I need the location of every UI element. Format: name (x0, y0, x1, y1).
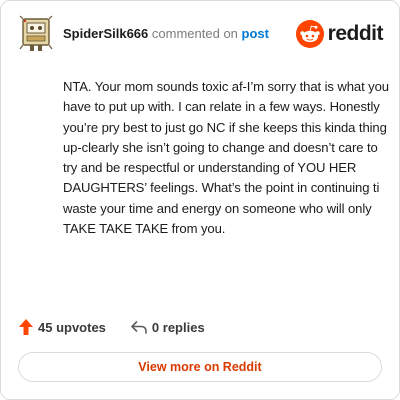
post-link[interactable]: post (242, 26, 269, 41)
comment-footer: 45 upvotes 0 replies (18, 317, 205, 337)
comment-body: NTA. Your mom sounds toxic af-I’m sorry … (63, 79, 389, 237)
view-more-button[interactable]: View more on Reddit (18, 352, 382, 382)
upvote-count: 45 upvotes (38, 319, 106, 335)
reddit-brand[interactable]: reddit (295, 19, 384, 49)
action-text: commented on (151, 26, 238, 41)
upvote-arrow-icon[interactable] (18, 318, 34, 336)
reply-count: 0 replies (151, 319, 205, 335)
user-avatar-icon[interactable] (18, 15, 54, 53)
comment-header: SpiderSilk666 commented on post reddit (18, 15, 384, 53)
comment-meta: SpiderSilk666 commented on post (63, 26, 269, 42)
reddit-snoo-icon (295, 20, 324, 48)
reddit-wordmark: reddit (327, 22, 384, 45)
username-link[interactable]: SpiderSilk666 (63, 26, 148, 41)
comment-card: SpiderSilk666 commented on post reddit N… (0, 0, 400, 400)
reply-arrow-icon[interactable] (130, 319, 148, 335)
